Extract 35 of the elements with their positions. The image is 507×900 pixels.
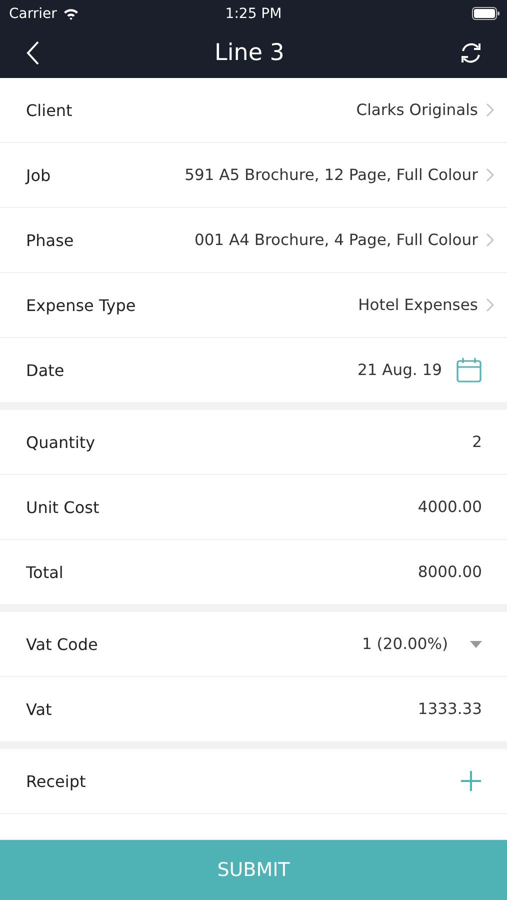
field-value: 1 (20.00%) <box>362 635 448 653</box>
field-label: Quantity <box>26 432 96 452</box>
chevron-icon <box>486 103 494 117</box>
field-value: 591 A5 Brochure, 12 Page, Full Colour <box>184 166 478 184</box>
field-value: 4000.00 <box>418 498 482 516</box>
field-label: Client <box>26 100 72 120</box>
field-label: Unit Cost <box>26 498 100 516</box>
screen-title: Line 3 <box>214 40 286 66</box>
field-value: 8000.00 <box>418 563 482 581</box>
field-label: Vat Code <box>26 634 98 654</box>
add-icon[interactable] <box>461 771 481 791</box>
field-label: Receipt <box>26 772 86 790</box>
field-value: Hotel Expenses <box>358 296 478 314</box>
field-label: Phase <box>26 230 74 250</box>
field-value: 2 <box>472 433 482 451</box>
field-label: Date <box>26 360 64 380</box>
field-value: 001 A4 Brochure, 4 Page, Full Colour <box>194 231 478 249</box>
carrier-label: Carrier <box>9 6 57 22</box>
refresh-icon[interactable] <box>459 40 483 64</box>
battery-icon <box>472 7 500 20</box>
back-icon[interactable] <box>26 40 40 64</box>
chevron-icon <box>486 298 494 312</box>
status-time: 1:25 PM <box>224 6 283 22</box>
calendar-icon[interactable] <box>456 357 482 383</box>
field-value: 21 Aug. 19 <box>358 361 442 379</box>
field-label: Total <box>26 562 64 582</box>
chevron-icon <box>486 168 494 182</box>
chevron-icon <box>486 233 494 247</box>
field-value: Clarks Originals <box>356 101 478 119</box>
dropdown-icon[interactable] <box>470 640 482 648</box>
field-label: Job <box>26 166 51 184</box>
field-value: 1333.33 <box>418 700 482 718</box>
wifi-icon <box>62 8 79 20</box>
field-label: Vat <box>26 700 52 718</box>
field-label: Expense Type <box>26 296 136 314</box>
